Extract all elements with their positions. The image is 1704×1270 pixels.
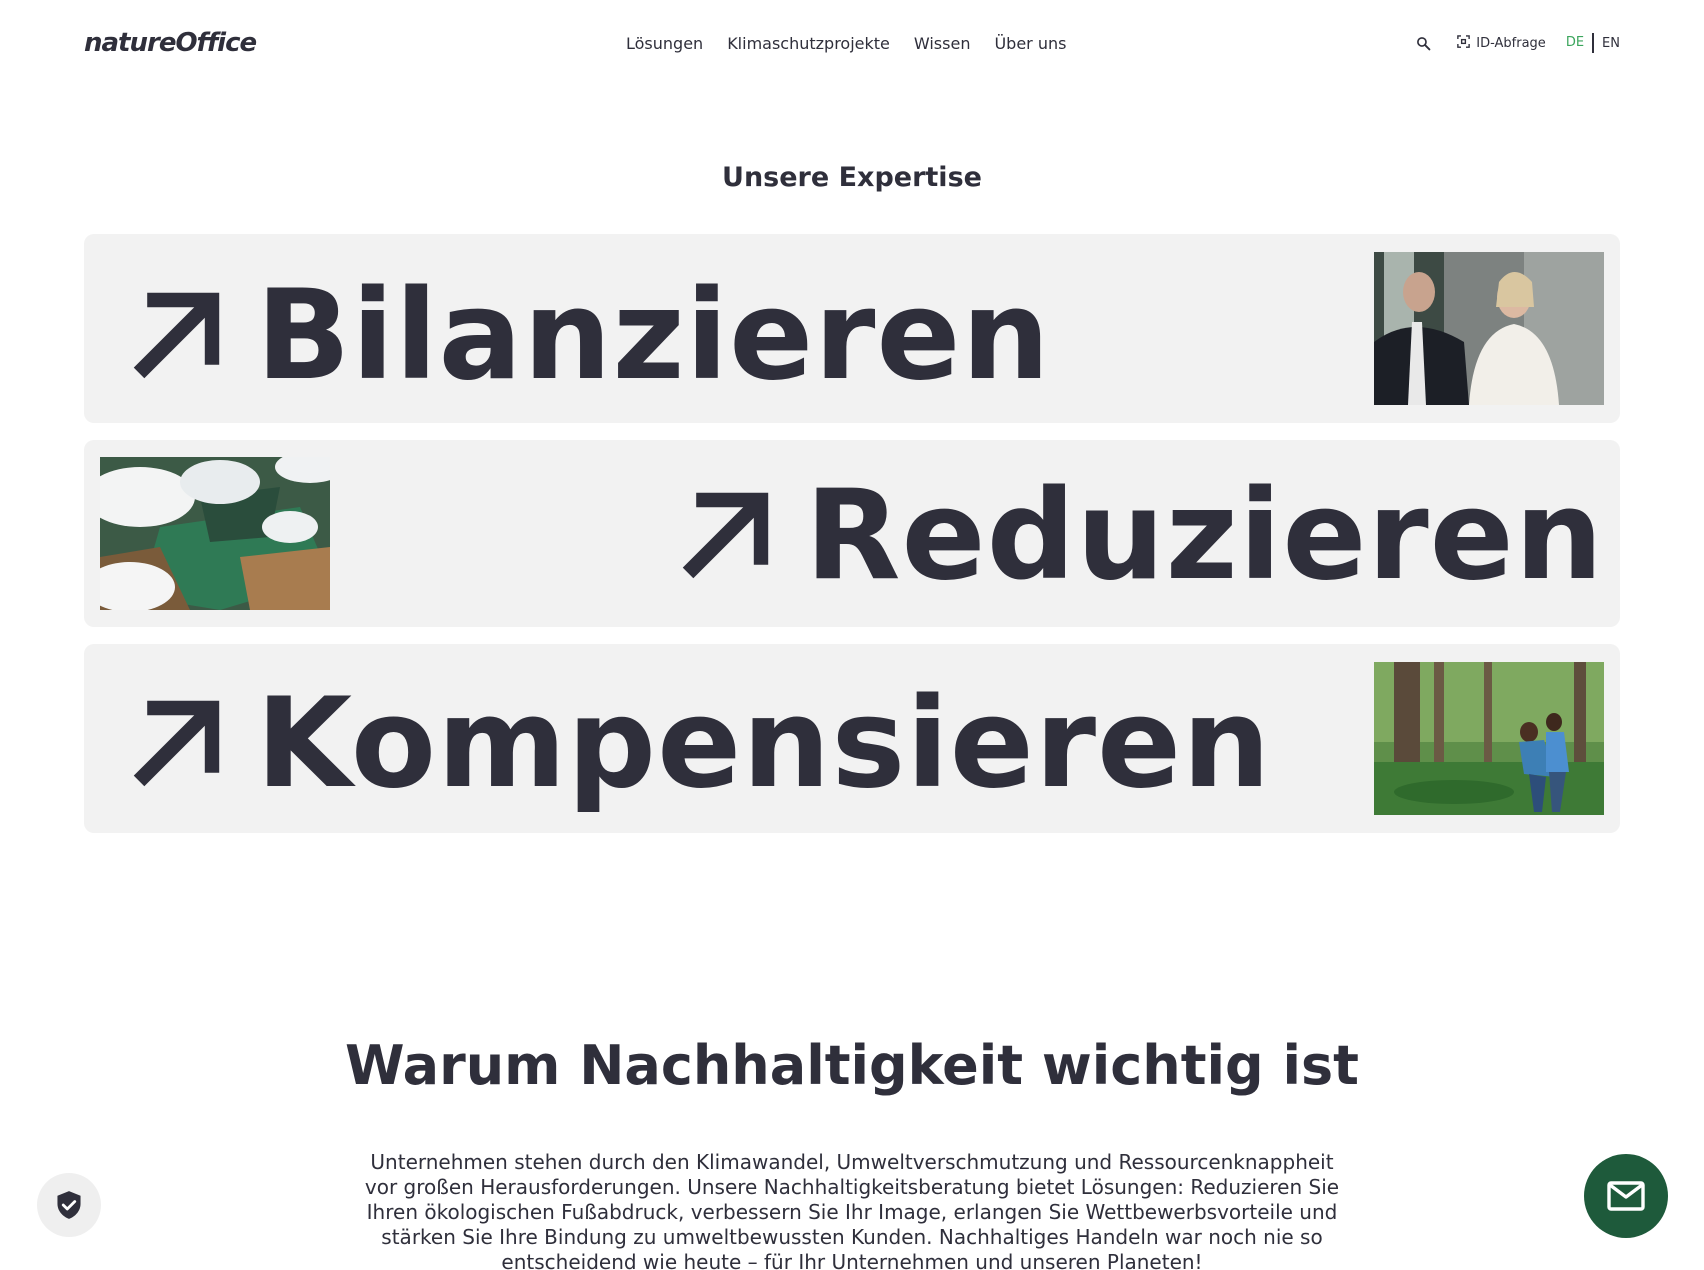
expertise-title: Unsere Expertise <box>722 162 982 193</box>
site-header: natureOffice Lösungen Klimaschutzprojekt… <box>0 0 1704 90</box>
business-meeting-photo <box>1374 252 1604 405</box>
nav-item-loesungen[interactable]: Lösungen <box>626 34 703 53</box>
privacy-settings-button[interactable] <box>37 1173 101 1237</box>
header-tools: ID-Abfrage DE EN <box>1414 33 1620 53</box>
nav-item-ueber-uns[interactable]: Über uns <box>994 34 1066 53</box>
expertise-card-reduzieren[interactable]: Reduzieren <box>84 440 1620 627</box>
card-title-bilanzieren: Bilanzieren <box>256 264 1051 408</box>
expertise-card-kompensieren[interactable]: Kompensieren <box>84 644 1620 833</box>
site-logo[interactable]: natureOffice <box>84 28 257 58</box>
aerial-clouds-photo <box>100 457 330 610</box>
card-heading: Kompensieren <box>128 682 1271 806</box>
why-heading: Warum Nachhaltigkeit wichtig ist <box>345 1034 1359 1097</box>
card-heading: Bilanzieren <box>128 274 1051 398</box>
id-query-label: ID-Abfrage <box>1476 35 1546 51</box>
arrow-up-right-icon <box>133 700 220 787</box>
language-de[interactable]: DE <box>1566 33 1595 53</box>
expertise-card-bilanzieren[interactable]: Bilanzieren <box>84 234 1620 423</box>
mail-icon <box>1607 1181 1645 1211</box>
why-text: Unternehmen stehen durch den Klimawandel… <box>364 1150 1340 1270</box>
nav-item-wissen[interactable]: Wissen <box>914 34 971 53</box>
contact-button[interactable] <box>1584 1154 1668 1238</box>
scan-icon <box>1456 34 1471 53</box>
id-query-link[interactable]: ID-Abfrage <box>1456 34 1546 53</box>
language-en[interactable]: EN <box>1594 36 1620 51</box>
arrow-up-right-icon <box>682 492 769 579</box>
shield-check-icon <box>57 1191 81 1219</box>
card-title-kompensieren: Kompensieren <box>256 672 1272 816</box>
card-heading: Reduzieren <box>677 474 1604 598</box>
nav-item-klimaschutzprojekte[interactable]: Klimaschutzprojekte <box>727 34 890 53</box>
arrow-up-right-icon <box>133 292 220 379</box>
card-title-reduzieren: Reduzieren <box>805 464 1604 608</box>
main-nav: Lösungen Klimaschutzprojekte Wissen Über… <box>626 34 1066 53</box>
forest-planting-photo <box>1374 662 1604 815</box>
search-icon[interactable] <box>1414 34 1432 52</box>
